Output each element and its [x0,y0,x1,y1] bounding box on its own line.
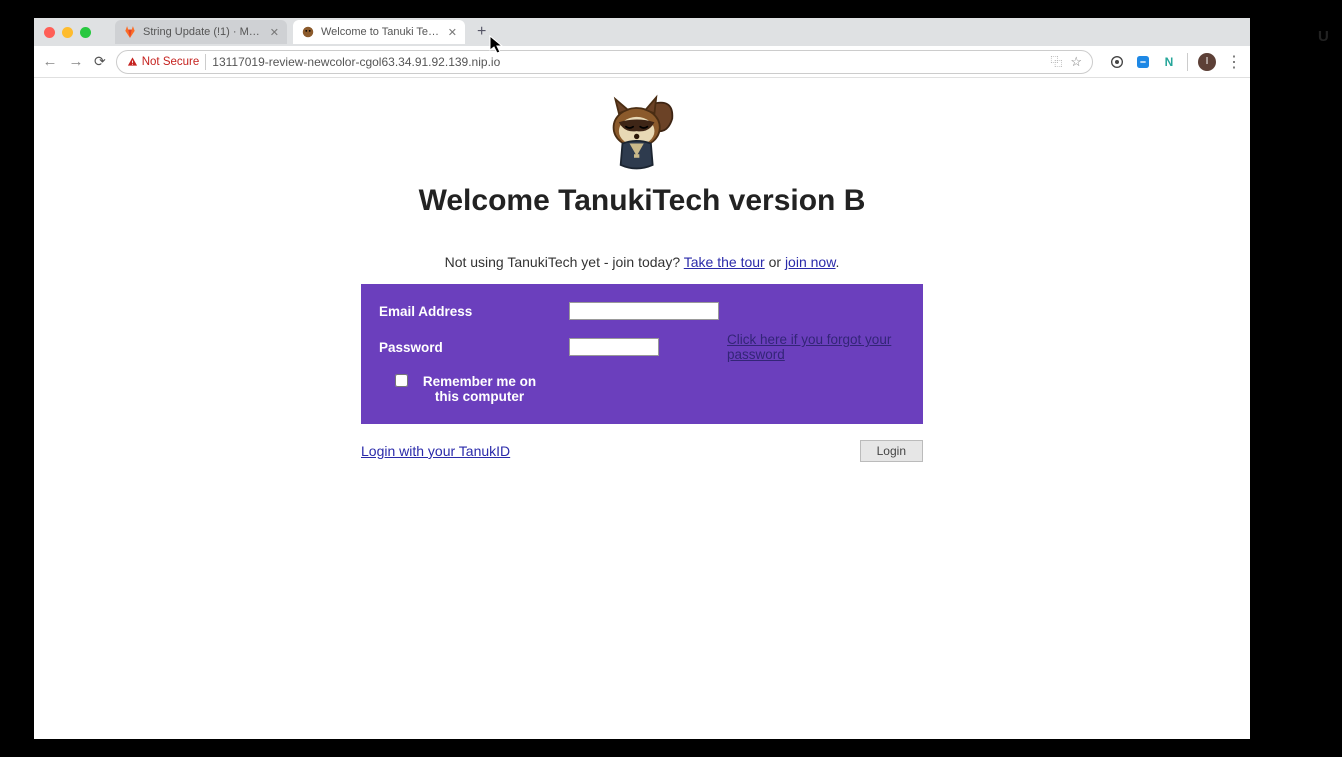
tab-title: String Update (!1) · Merge Req... [143,26,264,38]
password-field[interactable] [569,338,659,356]
window-close-icon[interactable] [44,27,55,38]
ext-icon-2[interactable] [1135,54,1151,70]
window-controls [44,27,91,38]
password-label: Password [375,326,565,368]
url-text: 13117019-review-newcolor-cgol63.34.91.92… [212,55,500,69]
remember-checkbox-label[interactable]: Remember me on this computer [395,374,545,404]
profile-avatar[interactable]: I [1198,53,1216,71]
window-maximize-icon[interactable] [80,27,91,38]
separator [205,54,206,70]
warning-icon [127,56,138,67]
bookmark-icon[interactable]: ☆ [1070,54,1082,70]
back-button[interactable]: ← [42,53,58,70]
browser-window: String Update (!1) · Merge Req... ✕ Welc… [34,18,1250,739]
forward-button[interactable]: → [68,53,84,70]
browser-chrome: String Update (!1) · Merge Req... ✕ Welc… [34,18,1250,78]
join-now-link[interactable]: join now [785,254,836,270]
login-footer: Login with your TanukID Login [361,440,923,462]
login-button[interactable]: Login [860,440,923,462]
tanuki-logo-icon [597,92,687,172]
login-form: Email Address Password Click here if you… [361,284,923,424]
translate-icon[interactable]: ⿻ [1048,54,1064,70]
tanuki-icon [301,25,315,39]
tab-tanuki-home[interactable]: Welcome to Tanuki Tech Homep ✕ [293,20,465,44]
security-badge[interactable]: Not Secure [127,56,200,68]
close-icon[interactable]: ✕ [448,26,457,39]
separator [1187,53,1188,71]
side-hint: U [1318,28,1329,45]
tab-title: Welcome to Tanuki Tech Homep [321,26,442,38]
tab-string-update[interactable]: String Update (!1) · Merge Req... ✕ [115,20,287,44]
remember-checkbox[interactable] [395,374,408,387]
take-tour-link[interactable]: Take the tour [684,254,765,270]
remember-text: Remember me on this computer [414,374,545,404]
promo-prefix: Not using TanukiTech yet - join today? [445,254,684,270]
forgot-password-link[interactable]: Click here if you forgot your password [727,332,891,362]
right-strip: U [1312,0,1342,757]
or-text: or [765,254,785,270]
tab-bar: String Update (!1) · Merge Req... ✕ Welc… [34,18,1250,46]
gitlab-icon [123,25,137,39]
toolbar-right: N I ⋮ [1109,52,1242,72]
close-icon[interactable]: ✕ [270,26,279,39]
page-content: Welcome TanukiTech version B Not using T… [34,78,1250,739]
reload-button[interactable]: ⟳ [94,53,106,70]
period: . [836,254,840,270]
address-bar[interactable]: Not Secure 13117019-review-newcolor-cgol… [116,50,1093,74]
toolbar: ← → ⟳ Not Secure 13117019-review-newcolo… [34,46,1250,78]
not-secure-label: Not Secure [142,56,200,68]
new-tab-button[interactable]: + [471,23,492,41]
tanukid-login-link[interactable]: Login with your TanukID [361,443,510,459]
promo-line: Not using TanukiTech yet - join today? T… [34,254,1250,270]
email-field[interactable] [569,302,719,320]
ext-icon-3[interactable]: N [1161,54,1177,70]
ext-icon-1[interactable] [1109,54,1125,70]
logo [34,92,1250,172]
email-label: Email Address [375,296,565,326]
page-title: Welcome TanukiTech version B [34,184,1250,218]
menu-button[interactable]: ⋮ [1226,52,1242,72]
window-minimize-icon[interactable] [62,27,73,38]
